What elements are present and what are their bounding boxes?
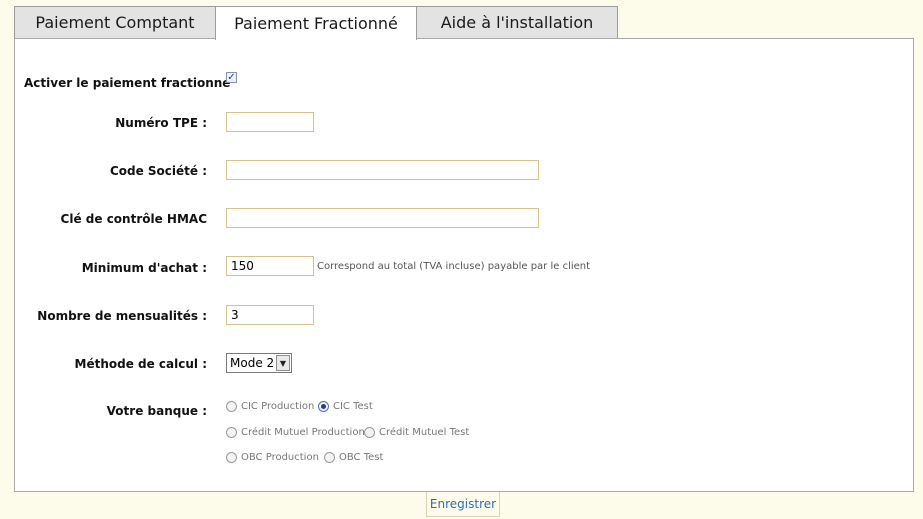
company-code-input[interactable] (226, 160, 539, 180)
radio-selected-icon (318, 401, 329, 412)
calc-method-select[interactable]: Mode 2 ▼ (226, 353, 292, 373)
bank-radio-label: Crédit Mutuel Production (241, 427, 365, 438)
minimum-purchase-label: Minimum d'achat : (81, 261, 207, 275)
enable-checkbox[interactable]: ✓ (226, 72, 237, 83)
tab-paiement-fractionne[interactable]: Paiement Fractionné (215, 6, 417, 40)
calc-method-value: Mode 2 (230, 356, 275, 370)
company-code-label: Code Société : (109, 164, 207, 178)
chevron-down-icon[interactable]: ▼ (276, 355, 290, 371)
settings-panel: Activer le paiement fractionné ✓ Numéro … (14, 38, 914, 492)
bank-radio-obc-production[interactable]: OBC Production (226, 452, 319, 463)
bank-radio-label: OBC Production (241, 452, 319, 463)
bank-radio-label: CIC Production (241, 401, 315, 412)
installments-label: Nombre de mensualités : (37, 309, 207, 323)
tab-aide-installation[interactable]: Aide à l'installation (416, 6, 618, 38)
minimum-purchase-input[interactable] (226, 256, 314, 276)
bank-radio-credit-mutuel-production[interactable]: Crédit Mutuel Production (226, 427, 365, 438)
calc-method-label: Méthode de calcul : (74, 357, 208, 371)
bank-radio-label: OBC Test (339, 452, 384, 463)
enable-label: Activer le paiement fractionné (24, 76, 231, 90)
tpe-label: Numéro TPE : (115, 116, 207, 130)
bank-label: Votre banque : (106, 404, 207, 418)
tpe-input[interactable] (226, 112, 314, 132)
bank-radio-label: CIC Test (333, 401, 373, 412)
bank-radio-obc-test[interactable]: OBC Test (324, 452, 383, 463)
tab-paiement-comptant[interactable]: Paiement Comptant (14, 6, 216, 38)
bank-radio-cic-production[interactable]: CIC Production (226, 401, 314, 412)
installments-input[interactable] (226, 305, 314, 325)
radio-icon (364, 427, 375, 438)
bank-radio-label: Crédit Mutuel Test (379, 427, 470, 438)
radio-icon (226, 452, 237, 463)
radio-icon (226, 427, 237, 438)
radio-icon (226, 401, 237, 412)
save-button[interactable]: Enregistrer (426, 492, 500, 517)
minimum-purchase-help: Correspond au total (TVA incluse) payabl… (317, 261, 591, 272)
bank-radio-cic-test[interactable]: CIC Test (318, 401, 373, 412)
hmac-label: Clé de contrôle HMAC (60, 212, 207, 226)
bank-radio-credit-mutuel-test[interactable]: Crédit Mutuel Test (364, 427, 469, 438)
hmac-input[interactable] (226, 208, 539, 228)
radio-icon (324, 452, 335, 463)
